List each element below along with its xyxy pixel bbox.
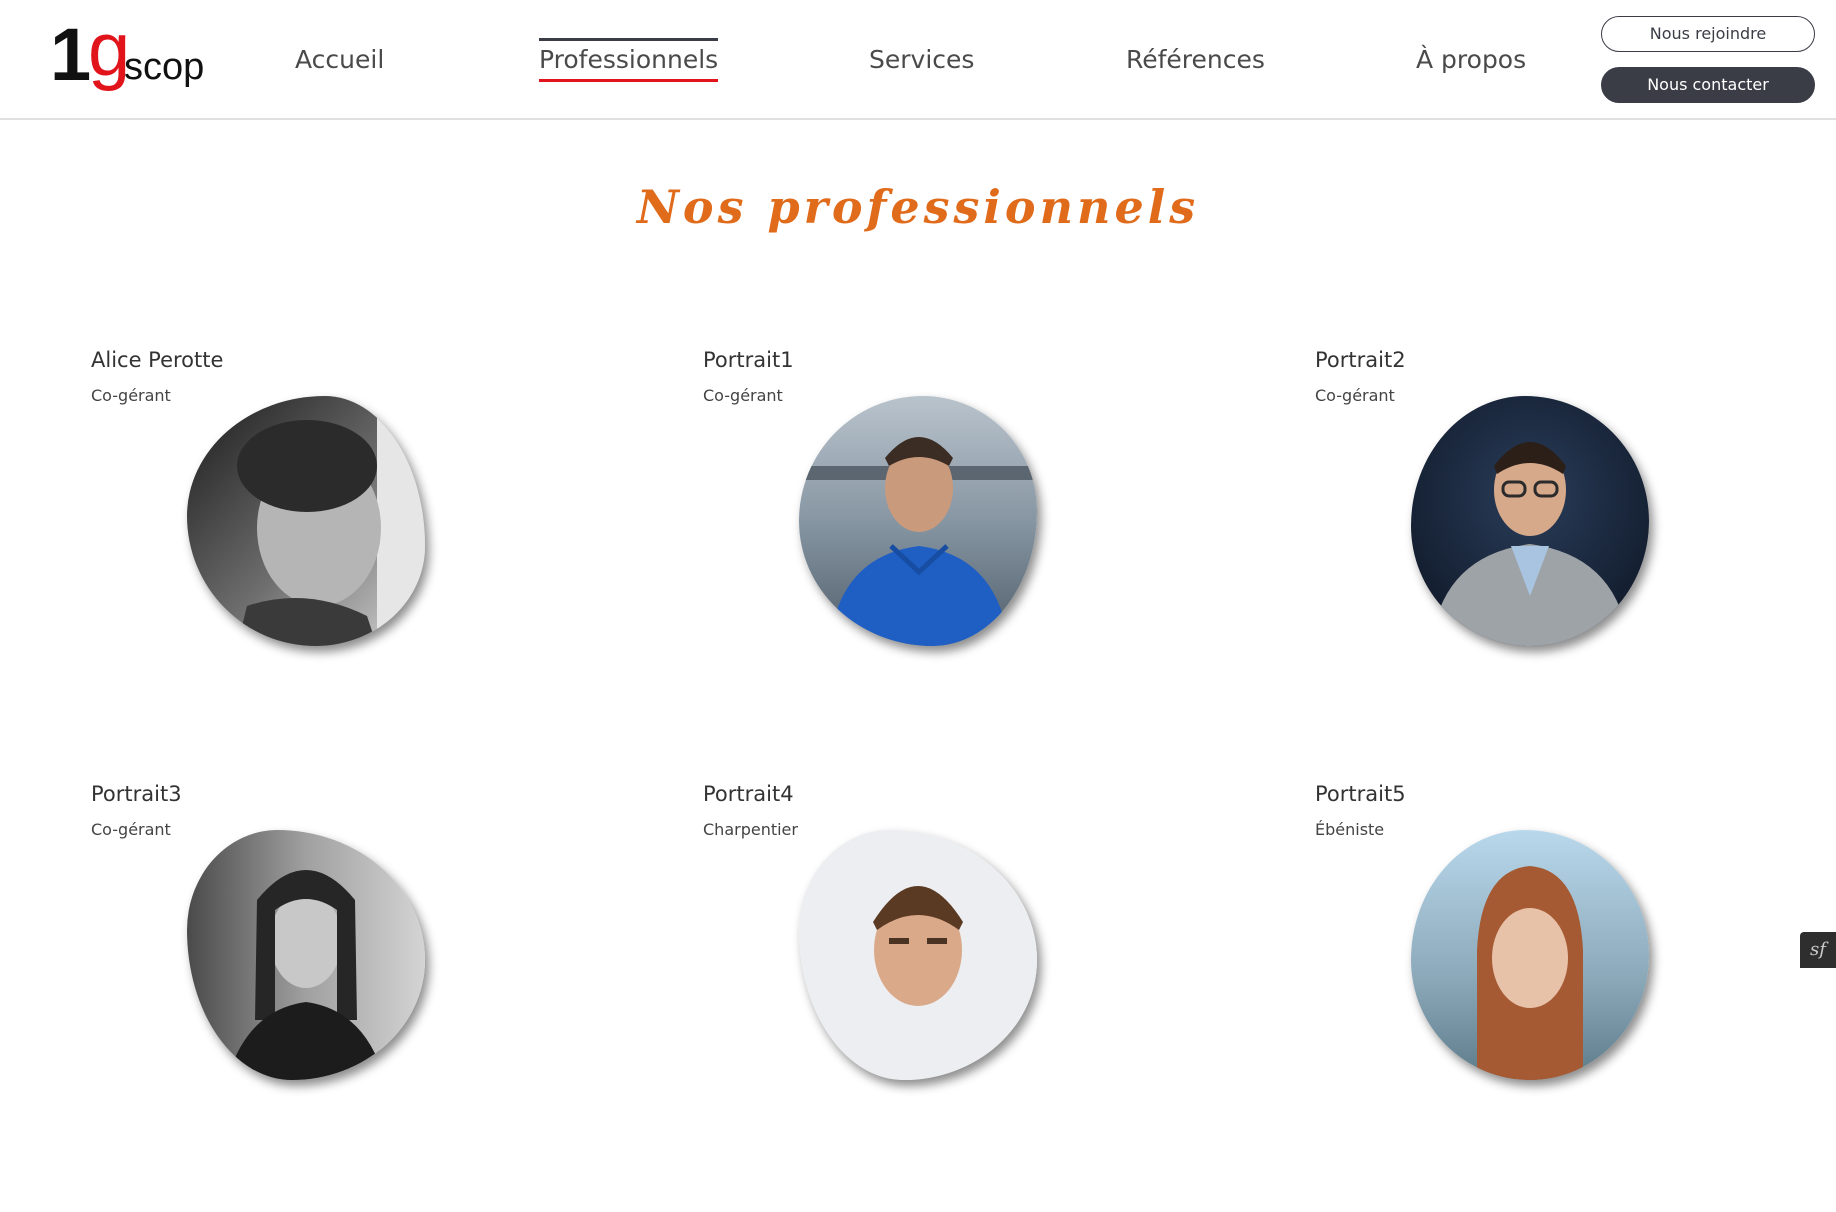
logo[interactable]: 1 g scop	[50, 12, 210, 98]
professional-name: Portrait3	[91, 782, 182, 806]
professional-role: Ébéniste	[1315, 820, 1385, 839]
professional-role: Co-gérant	[91, 386, 171, 405]
professional-card[interactable]: Alice Perotte Co-gérant	[91, 348, 571, 778]
professional-card[interactable]: Portrait3 Co-gérant	[91, 782, 571, 1212]
symfony-icon[interactable]: sf	[1800, 932, 1836, 968]
professional-card[interactable]: Portrait4 Charpentier	[703, 782, 1183, 1212]
logo-digit: 1	[50, 13, 92, 96]
professional-card[interactable]: Portrait2 Co-gérant	[1315, 348, 1795, 778]
professional-photo	[187, 396, 425, 646]
logo-word: scop	[124, 46, 205, 88]
professional-role: Charpentier	[703, 820, 798, 839]
professional-photo	[1411, 396, 1649, 646]
nav-item-references[interactable]: Références	[1126, 42, 1265, 78]
nav-item-professionnels[interactable]: Professionnels	[539, 38, 719, 82]
contact-button[interactable]: Nous contacter	[1601, 67, 1815, 103]
professional-role: Co-gérant	[703, 386, 783, 405]
professional-role: Co-gérant	[91, 820, 171, 839]
nav-item-a-propos[interactable]: À propos	[1416, 42, 1526, 78]
professional-name: Portrait1	[703, 348, 794, 372]
professional-photo	[1411, 830, 1649, 1080]
section-title: Nos professionnels	[636, 180, 1200, 234]
professional-name: Alice Perotte	[91, 348, 224, 372]
join-button[interactable]: Nous rejoindre	[1601, 16, 1815, 52]
professional-card[interactable]: Portrait5 Ébéniste	[1315, 782, 1795, 1212]
professional-name: Portrait2	[1315, 348, 1406, 372]
professional-name: Portrait5	[1315, 782, 1406, 806]
professional-photo	[799, 830, 1037, 1080]
nav-item-accueil[interactable]: Accueil	[295, 42, 384, 78]
professional-role: Co-gérant	[1315, 386, 1395, 405]
professional-photo	[187, 830, 425, 1080]
professional-card[interactable]: Portrait1 Co-gérant	[703, 348, 1183, 778]
nav-item-services[interactable]: Services	[869, 42, 974, 78]
site-header: 1 g scop Accueil Professionnels Services…	[0, 0, 1836, 120]
professional-name: Portrait4	[703, 782, 794, 806]
professional-photo	[799, 396, 1037, 646]
